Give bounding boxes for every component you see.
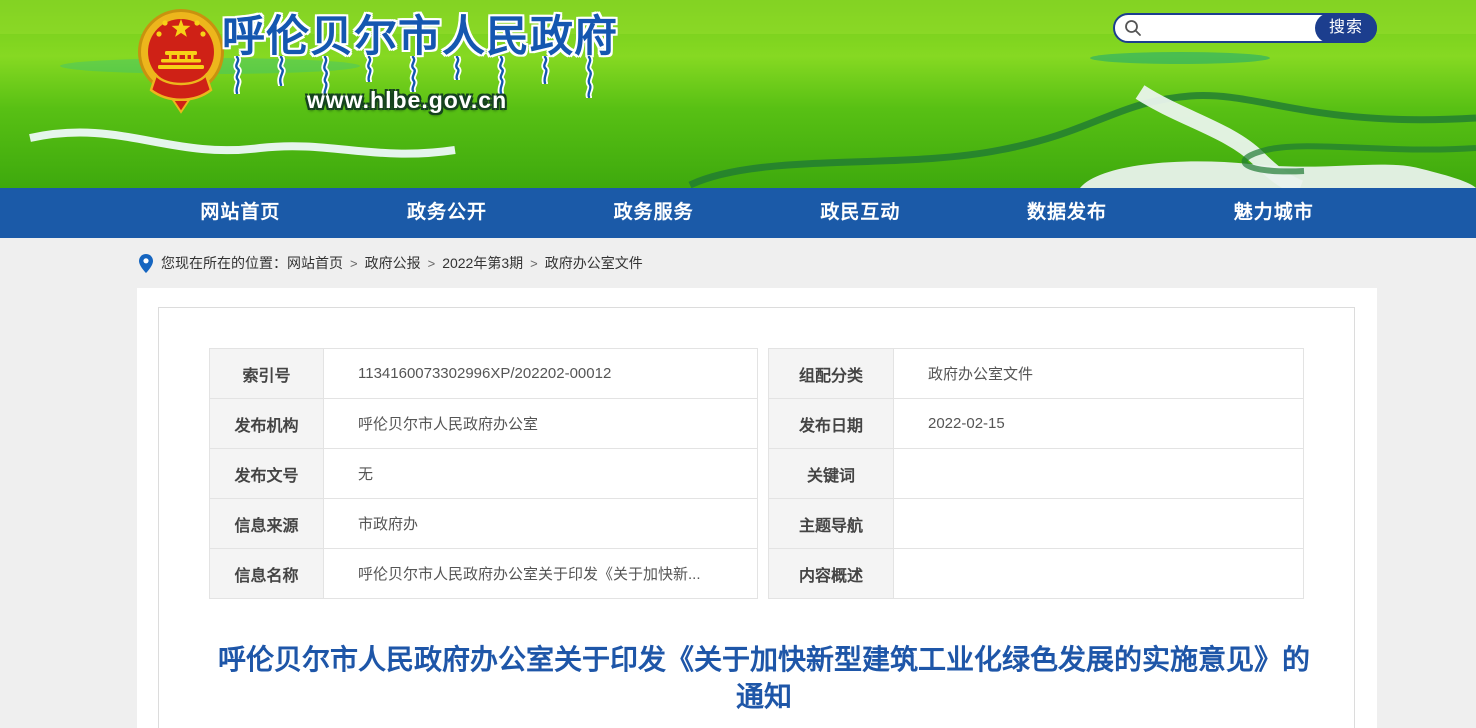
document-meta-table: 索引号 1134160073302996XP/202202-00012 发布机构… [209,348,1304,599]
meta-value: 呼伦贝尔市人民政府办公室关于印发《关于加快新... [324,549,758,599]
meta-label: 关键词 [768,449,893,499]
nav-item-data-release[interactable]: 数据发布 [964,188,1171,238]
breadcrumb-link-gazette[interactable]: 政府公报 [365,253,421,273]
breadcrumb-link-issue[interactable]: 2022年第3期 [442,253,523,273]
meta-label: 发布文号 [210,449,324,499]
breadcrumb-prefix: 您现在所在的位置： [161,253,287,273]
nav-item-gov-info[interactable]: 政务公开 [344,188,551,238]
breadcrumb: 您现在所在的位置： 网站首页 > 政府公报 > 2022年第3期 > 政府办公室… [0,238,1476,288]
meta-label: 内容概述 [768,549,893,599]
meta-label: 发布日期 [768,399,893,449]
location-pin-icon [139,254,153,273]
meta-label: 信息来源 [210,499,324,549]
nav-item-interaction[interactable]: 政民互动 [757,188,964,238]
table-row: 组配分类 政府办公室文件 [768,349,1303,399]
meta-value: 无 [324,449,758,499]
meta-label: 主题导航 [768,499,893,549]
table-row: 索引号 1134160073302996XP/202202-00012 [210,349,758,399]
meta-table-right: 组配分类 政府办公室文件 发布日期 2022-02-15 关键词 主题导航 内容… [768,348,1304,599]
search-icon [1124,19,1142,37]
table-row: 信息来源 市政府办 [210,499,758,549]
meta-value: 呼伦贝尔市人民政府办公室 [324,399,758,449]
mongolian-glyph-icon [450,56,464,80]
table-row: 发布日期 2022-02-15 [768,399,1303,449]
search-bar: 搜索 [1113,13,1377,43]
site-url: www.hlbe.gov.cn [222,87,592,114]
meta-label: 索引号 [210,349,324,399]
meta-value [893,449,1303,499]
meta-table-left: 索引号 1134160073302996XP/202202-00012 发布机构… [209,348,758,599]
nav-item-home[interactable]: 网站首页 [137,188,344,238]
table-row: 内容概述 [768,549,1303,599]
meta-value: 政府办公室文件 [893,349,1303,399]
national-emblem-icon [136,6,226,114]
mongolian-glyph-icon [362,56,376,82]
meta-value: 市政府办 [324,499,758,549]
document-panel: 索引号 1134160073302996XP/202202-00012 发布机构… [158,307,1355,728]
meta-value: 1134160073302996XP/202202-00012 [324,349,758,399]
nav-item-city-charm[interactable]: 魅力城市 [1170,188,1377,238]
mongolian-glyph-icon [538,56,552,84]
main-navigation: 网站首页 政务公开 政务服务 政民互动 数据发布 魅力城市 [0,188,1476,238]
table-row: 信息名称 呼伦贝尔市人民政府办公室关于印发《关于加快新... [210,549,758,599]
header-banner: 呼伦贝尔市人民政府 www.hlbe.gov.cn 搜索 [0,0,1476,188]
table-row: 主题导航 [768,499,1303,549]
meta-value: 2022-02-15 [893,399,1303,449]
table-row: 发布机构 呼伦贝尔市人民政府办公室 [210,399,758,449]
breadcrumb-separator: > [428,256,436,271]
mongolian-glyph-icon [274,56,288,86]
content-card: 索引号 1134160073302996XP/202202-00012 发布机构… [137,288,1377,728]
meta-value [893,499,1303,549]
breadcrumb-link-category[interactable]: 政府办公室文件 [545,253,643,273]
search-input[interactable] [1147,17,1297,39]
article-title: 呼伦贝尔市人民政府办公室关于印发《关于加快新型建筑工业化绿色发展的实施意见》的通… [209,641,1319,715]
meta-label: 发布机构 [210,399,324,449]
breadcrumb-separator: > [530,256,538,271]
breadcrumb-separator: > [350,256,358,271]
nav-item-gov-services[interactable]: 政务服务 [550,188,757,238]
breadcrumb-link-home[interactable]: 网站首页 [287,253,343,273]
meta-label: 信息名称 [210,549,324,599]
search-button[interactable]: 搜索 [1315,13,1377,43]
site-title: 呼伦贝尔市人民政府 [222,2,618,64]
table-row: 发布文号 无 [210,449,758,499]
meta-label: 组配分类 [768,349,893,399]
meta-value [893,549,1303,599]
table-row: 关键词 [768,449,1303,499]
